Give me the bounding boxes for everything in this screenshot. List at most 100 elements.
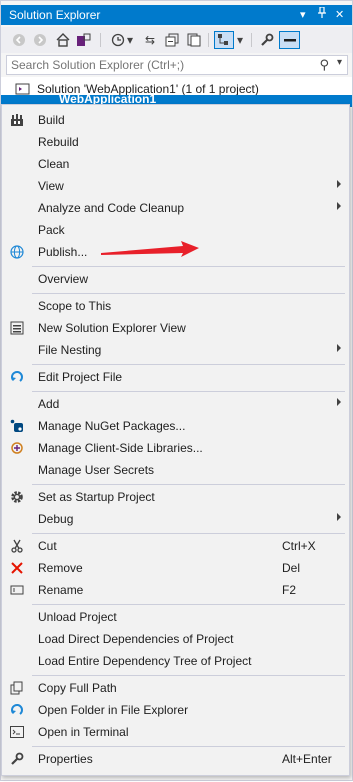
menu-separator (32, 746, 345, 747)
show-all-files-icon[interactable] (185, 31, 203, 49)
chevron-down-icon[interactable]: ▾ (125, 31, 135, 49)
window-menu-dropdown-icon[interactable]: ▾ (300, 7, 306, 23)
menu-item-label: Remove (38, 561, 83, 575)
menu-separator (32, 364, 345, 365)
menu-item-label: Load Direct Dependencies of Project (38, 632, 234, 646)
chevron-down-icon[interactable]: ▾ (235, 31, 245, 49)
menu-item-open-folder-in-file-explorer[interactable]: Open Folder in File Explorer (2, 699, 349, 721)
menu-item-load-direct-dependencies[interactable]: Load Direct Dependencies of Project (2, 628, 349, 650)
menu-item-label: Manage Client-Side Libraries... (38, 441, 203, 455)
collapse-all-icon[interactable] (163, 31, 181, 49)
wrench-icon[interactable] (258, 31, 276, 49)
menu-item-shortcut: Alt+Enter (282, 752, 332, 766)
menu-item-rebuild[interactable]: Rebuild (2, 131, 349, 153)
menu-item-label: Debug (38, 512, 74, 526)
solution-explorer-window: Solution Explorer ▾ ✕ ▾ ⇆ ▾ Search Solut… (0, 0, 353, 781)
menu-item-label: Scope to This (38, 299, 112, 313)
menu-separator (32, 266, 345, 267)
menu-item-analyze-and-code-cleanup[interactable]: Analyze and Code Cleanup (2, 197, 349, 219)
menu-item-set-as-startup-project[interactable]: Set as Startup Project (2, 486, 349, 508)
menu-item-label: Build (38, 113, 65, 127)
menu-item-new-solution-explorer-view[interactable]: New Solution Explorer View (2, 317, 349, 339)
edit-arrow-icon (9, 369, 25, 385)
sync-with-active-document-icon[interactable]: ⇆ (141, 31, 159, 49)
menu-item-publish[interactable]: Publish... (2, 241, 349, 263)
search-box[interactable]: ⚲ ▾ (6, 55, 348, 75)
menu-item-label: Set as Startup Project (38, 490, 155, 504)
menu-item-remove[interactable]: Remove Del (2, 557, 349, 579)
menu-item-label: Rename (38, 583, 84, 597)
menu-item-add[interactable]: Add (2, 393, 349, 415)
preview-selected-items-icon[interactable] (214, 31, 234, 49)
menu-item-label: Cut (38, 539, 57, 553)
properties-toggle-icon[interactable] (279, 31, 300, 49)
menu-item-label: Unload Project (38, 610, 117, 624)
menu-item-label: Overview (38, 272, 89, 286)
solution-tree: Solution 'WebApplication1' (1 of 1 proje… (1, 77, 352, 107)
new-view-icon (9, 320, 25, 336)
menu-item-label: Edit Project File (38, 370, 123, 384)
menu-item-open-in-terminal[interactable]: Open in Terminal (2, 721, 349, 743)
search-icon[interactable]: ⚲ (319, 57, 329, 73)
menu-item-build[interactable]: Build (2, 109, 349, 131)
close-icon[interactable]: ✕ (335, 7, 344, 23)
menu-item-manage-client-side-libraries[interactable]: Manage Client-Side Libraries... (2, 437, 349, 459)
libraries-icon (9, 440, 25, 456)
menu-item-load-entire-dependency-tree[interactable]: Load Entire Dependency Tree of Project (2, 650, 349, 672)
build-icon (9, 112, 25, 128)
menu-item-label: Load Entire Dependency Tree of Project (38, 654, 252, 668)
menu-item-manage-user-secrets[interactable]: Manage User Secrets (2, 459, 349, 481)
open-folder-arrow-icon (9, 702, 25, 718)
gear-icon (9, 489, 25, 505)
nuget-icon (9, 418, 25, 434)
window-title: Solution Explorer (9, 8, 101, 22)
menu-item-label: View (38, 179, 64, 193)
menu-item-overview[interactable]: Overview (2, 268, 349, 290)
menu-item-file-nesting[interactable]: File Nesting (2, 339, 349, 361)
home-icon[interactable] (54, 31, 72, 49)
menu-item-properties[interactable]: Properties Alt+Enter (2, 748, 349, 770)
menu-item-clean[interactable]: Clean (2, 153, 349, 175)
menu-item-view[interactable]: View (2, 175, 349, 197)
menu-separator (32, 604, 345, 605)
toolbar-separator (251, 33, 252, 47)
scissors-icon (9, 538, 25, 554)
menu-item-manage-nuget-packages[interactable]: Manage NuGet Packages... (2, 415, 349, 437)
menu-item-label: Copy Full Path (38, 681, 117, 695)
menu-item-pack[interactable]: Pack (2, 219, 349, 241)
rename-icon (9, 582, 25, 598)
menu-separator (32, 391, 345, 392)
search-options-dropdown-icon[interactable]: ▾ (337, 57, 342, 68)
pin-icon[interactable] (317, 6, 327, 24)
menu-item-rename[interactable]: Rename F2 (2, 579, 349, 601)
menu-item-copy-full-path[interactable]: Copy Full Path (2, 677, 349, 699)
menu-item-unload-project[interactable]: Unload Project (2, 606, 349, 628)
submenu-arrow-icon (337, 513, 341, 521)
context-menu: Build Rebuild Clean View Analyze and Cod… (1, 104, 350, 776)
menu-item-edit-project-file[interactable]: Edit Project File (2, 366, 349, 388)
search-input[interactable] (7, 56, 311, 74)
menu-item-label: Rebuild (38, 135, 79, 149)
switch-views-icon[interactable] (75, 31, 93, 49)
solution-label: Solution 'WebApplication1' (1 of 1 proje… (37, 82, 259, 96)
title-bar: Solution Explorer ▾ ✕ (1, 5, 352, 25)
toolbar-separator (208, 33, 209, 47)
menu-item-shortcut: Del (282, 561, 301, 575)
menu-item-label: File Nesting (38, 343, 102, 357)
submenu-arrow-icon (337, 398, 341, 406)
menu-item-label: Analyze and Code Cleanup (38, 201, 185, 215)
back-icon[interactable] (10, 31, 28, 49)
menu-item-shortcut: Ctrl+X (282, 539, 316, 553)
menu-item-label: Open Folder in File Explorer (38, 703, 189, 717)
menu-item-scope-to-this[interactable]: Scope to This (2, 295, 349, 317)
menu-separator (32, 293, 345, 294)
menu-item-cut[interactable]: Cut Ctrl+X (2, 535, 349, 557)
forward-icon[interactable] (31, 31, 49, 49)
copy-icon (9, 680, 25, 696)
terminal-icon (9, 724, 25, 740)
menu-item-debug[interactable]: Debug (2, 508, 349, 530)
submenu-arrow-icon (337, 202, 341, 210)
menu-item-label: Publish... (38, 245, 88, 259)
menu-separator (32, 484, 345, 485)
toolbar: ▾ ⇆ ▾ (1, 27, 352, 53)
